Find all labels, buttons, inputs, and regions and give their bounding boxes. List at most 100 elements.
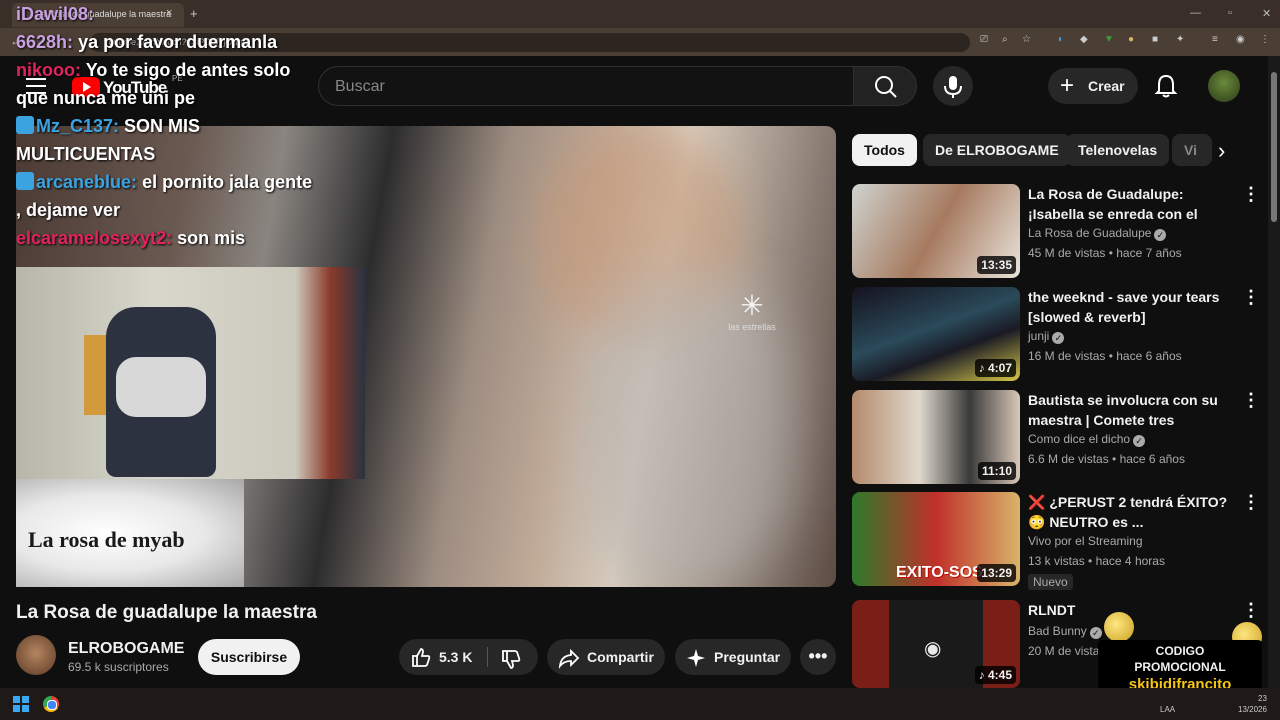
new-badge: Nuevo — [1028, 574, 1073, 590]
like-count[interactable]: 5.3 K — [439, 649, 472, 665]
recommendation-meta: 13 k vistas • hace 4 horas — [1028, 554, 1165, 568]
extension-icon[interactable]: ◆ — [1080, 34, 1088, 45]
recommendation-channel[interactable]: junji ✓ — [1028, 329, 1065, 344]
subscriber-count: 69.5 k suscriptores — [68, 660, 169, 674]
notifications-bell-icon[interactable] — [1154, 73, 1178, 99]
thumbs-down-icon[interactable] — [499, 647, 523, 671]
bookmark-star-icon[interactable]: ☆ — [1022, 34, 1031, 45]
extensions-puzzle-icon[interactable]: ✦ — [1176, 34, 1184, 45]
chat-message: arcaneblue: el pornito jala gente , deja… — [16, 168, 316, 224]
recommendation-title[interactable]: ❌ ¿PERUST 2 tendrá ÉXITO? 😳 NEUTRO es ..… — [1028, 492, 1238, 532]
recommendation-title[interactable]: La Rosa de Guadalupe: ¡Isabella se enred… — [1028, 184, 1238, 224]
share-button[interactable]: Compartir — [547, 639, 665, 675]
chat-message: 6628h: ya por favor duermanla — [16, 28, 316, 56]
ask-button[interactable]: Preguntar — [675, 639, 791, 675]
chat-user: Mz_C137: — [36, 116, 120, 136]
chat-message: nikooo: Yo te sigo de antes solo que nun… — [16, 56, 316, 112]
age: hace 6 años — [1116, 349, 1182, 363]
more-actions-button[interactable]: ••• — [800, 639, 836, 675]
profile-icon[interactable]: ◉ — [1236, 34, 1245, 45]
recommendation-channel[interactable]: Como dice el dicho ✓ — [1028, 432, 1146, 447]
chip-todos[interactable]: Todos — [852, 134, 917, 166]
recommendation-item[interactable]: 13:35 La Rosa de Guadalupe: ¡Isabella se… — [852, 184, 1262, 280]
voice-search-button[interactable] — [933, 66, 973, 106]
watermark-text: las estrellas — [728, 322, 776, 332]
cast-icon[interactable]: ⎚ — [980, 34, 988, 45]
create-button[interactable]: + Crear — [1048, 68, 1138, 104]
clock-date: 13/2026 — [1238, 705, 1267, 714]
duration-badge: ♪ 4:07 — [974, 359, 1016, 377]
recommendation-item[interactable]: ♪ 4:07 the weeknd - save your tears [slo… — [852, 287, 1262, 383]
recommendation-channel[interactable]: La Rosa de Guadalupe ✓ — [1028, 226, 1167, 241]
recommendation-item[interactable]: 11:10 Bautista se involucra con su maest… — [852, 390, 1262, 486]
recommendation-channel[interactable]: Bad Bunny ✓ — [1028, 624, 1102, 639]
sparkle-icon — [687, 649, 705, 667]
extension-icon[interactable]: ◗ — [1057, 34, 1063, 45]
reading-list-icon[interactable]: ≡ — [1212, 34, 1218, 45]
recommendation-meta: 20 M de vista — [1028, 644, 1100, 658]
rose-overlay: La rosa de myab — [16, 479, 244, 587]
close-window-icon[interactable]: ✕ — [1262, 7, 1271, 20]
eye-icon: ◉ — [924, 638, 942, 660]
video-thumbnail[interactable]: 11:10 — [852, 390, 1020, 484]
extension-icon[interactable]: ● — [1128, 34, 1134, 45]
chat-user: arcaneblue: — [36, 172, 138, 192]
minimize-icon[interactable]: — — [1190, 7, 1201, 19]
recommendation-channel[interactable]: Vivo por el Streaming — [1028, 534, 1143, 548]
search-button[interactable] — [853, 66, 917, 106]
zoom-icon[interactable]: ⌕ — [1002, 34, 1008, 45]
video-thumbnail[interactable]: ◉ ♪ 4:45 — [852, 600, 1020, 688]
divider — [487, 647, 488, 667]
kebab-menu-icon[interactable]: ⋮ — [1242, 184, 1260, 204]
chip-partial[interactable]: Vi — [1172, 134, 1212, 166]
rose-overlay-text: La rosa de myab — [28, 527, 185, 552]
subscribe-button[interactable]: Suscribirse — [198, 639, 300, 675]
views: 6.6 M de vistas — [1028, 452, 1109, 466]
account-avatar[interactable] — [1208, 70, 1240, 102]
thumbs-up-icon[interactable] — [409, 646, 433, 670]
chevron-right-icon[interactable]: › — [1218, 138, 1225, 164]
browser-menu-icon[interactable]: ⋮ — [1260, 34, 1270, 45]
scroll-thumb[interactable] — [1271, 72, 1277, 222]
share-label: Compartir — [587, 649, 654, 665]
channel-avatar[interactable] — [16, 635, 56, 675]
video-title: La Rosa de guadalupe la maestra — [16, 602, 317, 623]
chip-telenovelas[interactable]: Telenovelas — [1066, 134, 1170, 166]
recommendation-item[interactable]: EXITO-SOS 13:29 ❌ ¿PERUST 2 tendrá ÉXITO… — [852, 492, 1262, 590]
recommendation-title[interactable]: Bautista se involucra con su maestra | C… — [1028, 390, 1238, 430]
age: hace 4 horas — [1095, 554, 1165, 568]
recommendation-meta: 45 M de vistas • hace 7 años — [1028, 246, 1182, 260]
age: hace 6 años — [1119, 452, 1185, 466]
verified-icon: ✓ — [1154, 229, 1167, 241]
like-dislike-group: 5.3 K — [399, 639, 538, 675]
page-scrollbar[interactable] — [1268, 56, 1280, 688]
windows-taskbar — [0, 688, 1280, 720]
recommendation-meta: 16 M de vistas • hace 6 años — [1028, 349, 1182, 363]
maximize-icon[interactable]: ▫ — [1228, 7, 1232, 19]
clock-time: 23 — [1258, 694, 1267, 703]
duration-badge: 13:29 — [977, 564, 1016, 582]
duration-badge: 11:10 — [977, 462, 1016, 480]
channel-name[interactable]: ELROBOGAME — [68, 640, 184, 658]
chrome-taskbar-icon[interactable] — [43, 696, 59, 712]
extension-icon[interactable]: ■ — [1152, 34, 1158, 45]
age: hace 7 años — [1116, 246, 1182, 260]
kebab-menu-icon[interactable]: ⋮ — [1242, 390, 1260, 410]
kebab-menu-icon[interactable]: ⋮ — [1242, 492, 1260, 512]
video-thumbnail[interactable]: ♪ 4:07 — [852, 287, 1020, 381]
windows-start-icon[interactable] — [13, 696, 29, 712]
chip-de-elrobogame[interactable]: De ELROBOGAME — [923, 134, 1071, 166]
chat-user: iDawil08: — [16, 4, 95, 24]
share-icon — [558, 648, 580, 669]
extension-icon[interactable]: ▼ — [1104, 34, 1114, 45]
poster — [84, 335, 108, 415]
recommendation-title[interactable]: RLNDT — [1028, 600, 1238, 620]
search-input[interactable]: Buscar — [318, 66, 854, 106]
kebab-menu-icon[interactable]: ⋮ — [1242, 287, 1260, 307]
kebab-menu-icon[interactable]: ⋮ — [1242, 600, 1260, 620]
video-thumbnail[interactable]: EXITO-SOS 13:29 — [852, 492, 1020, 586]
video-thumbnail[interactable]: 13:35 — [852, 184, 1020, 278]
recommendation-title[interactable]: the weeknd - save your tears [slowed & r… — [1028, 287, 1238, 327]
language-indicator[interactable]: LAA — [1160, 705, 1175, 714]
duration-text: 4:45 — [987, 668, 1012, 682]
